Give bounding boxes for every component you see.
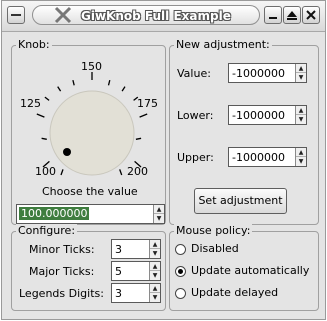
decrement-button[interactable]: ▼: [150, 293, 160, 302]
value-label: Value:: [177, 67, 211, 80]
minor-tick: [60, 169, 64, 176]
knob-face[interactable]: [49, 90, 135, 176]
scale-label-150: 150: [81, 60, 102, 73]
upper-arrows: ▲ ▼: [295, 148, 306, 166]
minor-tick: [44, 96, 50, 101]
close-icon: [306, 10, 316, 20]
major-ticks-label: Major Ticks:: [29, 265, 95, 278]
major-tick: [139, 113, 148, 118]
minor-ticks-value[interactable]: 3: [115, 243, 122, 256]
lower-arrows: ▲ ▼: [295, 106, 306, 124]
major-ticks-spinbox[interactable]: 5 ▲ ▼: [111, 261, 161, 281]
app-window: GiwKnob Full Example Knob: 100 125 150 1…: [1, 0, 326, 320]
radio-update-automatically-label[interactable]: Update automatically: [191, 264, 309, 277]
window-title: GiwKnob Full Example: [81, 9, 231, 23]
window-menu-icon: [11, 14, 21, 16]
mouse-policy-group-title: Mouse policy:: [174, 224, 253, 237]
upper-field-text[interactable]: -1000000: [232, 151, 285, 164]
increment-button[interactable]: ▲: [296, 64, 306, 73]
minor-tick: [107, 79, 111, 86]
decrement-button[interactable]: ▼: [150, 271, 160, 280]
adjustment-group-title: New adjustment:: [174, 38, 272, 51]
knob-value-spinbox[interactable]: 100.000000 ▲ ▼: [16, 204, 165, 224]
knob-group-title: Knob:: [16, 38, 52, 51]
radio-disabled[interactable]: [175, 244, 186, 255]
maximize-button[interactable]: [283, 6, 301, 24]
major-tick: [36, 113, 45, 118]
decrement-button[interactable]: ▼: [296, 115, 306, 124]
radio-update-automatically[interactable]: [175, 266, 186, 277]
increment-button[interactable]: ▲: [296, 148, 306, 157]
knob-value-arrows: ▲ ▼: [153, 205, 164, 223]
decrement-button[interactable]: ▼: [154, 214, 164, 223]
scale-label-175: 175: [137, 97, 158, 110]
value-spinbox[interactable]: -1000000 ▲ ▼: [228, 63, 307, 83]
legends-digits-value[interactable]: 3: [115, 287, 122, 300]
minor-ticks-arrows: ▲ ▼: [149, 240, 160, 258]
knob-pointer[interactable]: [63, 148, 71, 156]
minor-tick: [57, 86, 62, 92]
scale-label-100: 100: [35, 165, 56, 178]
legends-digits-arrows: ▲ ▼: [149, 284, 160, 302]
increment-button[interactable]: ▲: [154, 205, 164, 214]
window-menu-button[interactable]: [7, 6, 25, 24]
radio-update-delayed-label[interactable]: Update delayed: [191, 286, 278, 299]
minimize-icon: [269, 17, 277, 19]
major-ticks-value[interactable]: 5: [115, 265, 122, 278]
minor-tick: [119, 169, 123, 176]
decrement-button[interactable]: ▼: [296, 157, 306, 166]
configure-group-title: Configure:: [16, 224, 78, 237]
legends-digits-spinbox[interactable]: 3 ▲ ▼: [111, 283, 161, 303]
minor-tick: [72, 79, 75, 86]
value-arrows: ▲ ▼: [295, 64, 306, 82]
minor-tick: [135, 137, 142, 140]
minor-tick: [121, 86, 126, 92]
decrement-button[interactable]: ▼: [150, 249, 160, 258]
minor-ticks-spinbox[interactable]: 3 ▲ ▼: [111, 239, 161, 259]
knob-caption: Choose the value: [42, 185, 138, 198]
increment-button[interactable]: ▲: [296, 106, 306, 115]
increment-button[interactable]: ▲: [150, 262, 160, 271]
upper-label: Upper:: [177, 151, 214, 164]
knob-value-text[interactable]: 100.000000: [19, 207, 90, 220]
title-pill: GiwKnob Full Example: [32, 5, 260, 25]
radio-disabled-label[interactable]: Disabled: [191, 242, 239, 255]
value-field-text[interactable]: -1000000: [232, 67, 285, 80]
scale-label-125: 125: [20, 97, 41, 110]
minimize-button[interactable]: [264, 6, 282, 24]
lower-field-text[interactable]: -1000000: [232, 109, 285, 122]
minor-tick: [41, 137, 47, 140]
major-ticks-arrows: ▲ ▼: [149, 262, 160, 280]
set-adjustment-button[interactable]: Set adjustment: [194, 188, 287, 214]
radio-update-delayed[interactable]: [175, 288, 186, 299]
lower-label: Lower:: [177, 109, 214, 122]
increment-button[interactable]: ▲: [150, 284, 160, 293]
upper-spinbox[interactable]: -1000000 ▲ ▼: [228, 147, 307, 167]
close-button[interactable]: [302, 6, 320, 24]
title-bar[interactable]: GiwKnob Full Example: [2, 1, 325, 32]
increment-button[interactable]: ▲: [150, 240, 160, 249]
maximize-icon: [287, 11, 297, 20]
x-logo-icon: [54, 6, 72, 24]
scale-label-200: 200: [127, 165, 148, 178]
minor-ticks-label: Minor Ticks:: [29, 243, 95, 256]
decrement-button[interactable]: ▼: [296, 73, 306, 82]
lower-spinbox[interactable]: -1000000 ▲ ▼: [228, 105, 307, 125]
legends-digits-label: Legends Digits:: [19, 287, 104, 300]
